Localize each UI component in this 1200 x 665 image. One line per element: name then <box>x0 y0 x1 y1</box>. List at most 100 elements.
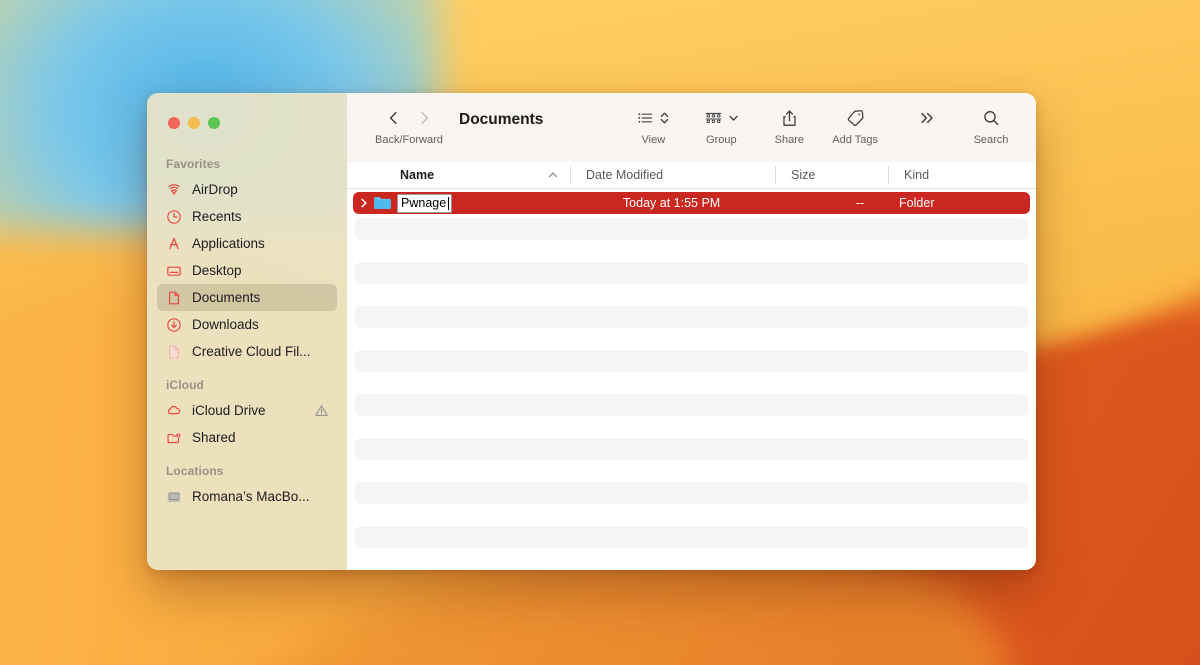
search-button[interactable]: Search <box>970 93 1012 146</box>
tag-icon <box>846 109 865 127</box>
column-header-label: Name <box>400 168 435 182</box>
downloads-icon <box>165 316 183 334</box>
share-icon <box>781 109 798 128</box>
search-icon <box>982 109 1000 127</box>
text-cursor <box>448 196 450 210</box>
finder-toolbar: Back/Forward Documents View Group Share … <box>347 93 1036 162</box>
applications-icon <box>165 235 183 253</box>
file-kind-cell: Folder <box>899 196 935 210</box>
table-row[interactable]: Pwnage Today at 1:55 PM -- Folder <box>353 192 1030 214</box>
view-button[interactable]: View <box>632 93 674 146</box>
file-name-text: Pwnage <box>401 196 447 210</box>
table-row-empty <box>355 394 1028 416</box>
sidebar-item-shared[interactable]: Shared <box>157 424 337 451</box>
table-row-empty <box>355 372 1028 394</box>
sidebar-item-label: Romana’s MacBo... <box>192 489 310 504</box>
table-row-empty <box>355 240 1028 262</box>
table-row-empty <box>355 284 1028 306</box>
window-controls <box>168 117 220 129</box>
sidebar-item-desktop[interactable]: Desktop <box>157 257 337 284</box>
table-row-empty <box>355 262 1028 284</box>
column-header-label: Kind <box>904 168 930 182</box>
file-size-cell: -- <box>855 196 865 210</box>
maximize-window-button[interactable] <box>208 117 220 129</box>
sidebar-section-icloud-header: iCloud <box>166 378 204 392</box>
creative-cloud-file-icon <box>165 343 183 361</box>
table-row-empty <box>355 218 1028 240</box>
sidebar-item-airdrop[interactable]: AirDrop <box>157 176 337 203</box>
column-header-size[interactable]: Size <box>775 166 888 184</box>
sidebar-item-documents[interactable]: Documents <box>157 284 337 311</box>
finder-sidebar: Favorites AirDrop Recents Applications D… <box>147 93 347 570</box>
sidebar-item-label: Documents <box>192 290 261 305</box>
table-row-empty <box>355 306 1028 328</box>
sidebar-item-label: Creative Cloud Fil... <box>192 344 311 359</box>
sidebar-section-locations-header: Locations <box>166 464 224 478</box>
close-window-button[interactable] <box>168 117 180 129</box>
column-header-name[interactable]: Name <box>347 166 570 184</box>
minimize-window-button[interactable] <box>188 117 200 129</box>
share-button[interactable]: Share <box>768 93 810 146</box>
group-button-label: Group <box>706 134 737 146</box>
sidebar-scroll-area: Favorites AirDrop Recents Applications D… <box>147 93 347 510</box>
column-header-label: Date Modified <box>586 168 664 182</box>
sort-ascending-icon <box>547 169 559 181</box>
back-button[interactable] <box>379 106 409 130</box>
overflow-chevrons-icon <box>918 110 937 126</box>
column-headers: Name Date Modified Size Kind <box>347 162 1036 189</box>
back-forward-caption: Back/Forward <box>375 134 443 146</box>
column-header-date-modified[interactable]: Date Modified <box>570 166 775 184</box>
document-icon <box>165 289 183 307</box>
warning-triangle-icon[interactable] <box>313 403 329 419</box>
view-list-icon <box>637 110 654 126</box>
sidebar-item-icloud-drive[interactable]: iCloud Drive <box>157 397 337 424</box>
table-row-empty <box>355 416 1028 438</box>
airdrop-icon <box>165 181 183 199</box>
sidebar-item-creative-cloud-files[interactable]: Creative Cloud Fil... <box>157 338 337 365</box>
cloud-icon <box>165 402 183 420</box>
desktop-wallpaper: Favorites AirDrop Recents Applications D… <box>0 0 1200 665</box>
column-header-kind[interactable]: Kind <box>888 166 1036 184</box>
blue-folder-icon <box>373 195 392 211</box>
sidebar-item-label: AirDrop <box>192 182 238 197</box>
file-list[interactable]: Pwnage Today at 1:55 PM -- Folder <box>347 189 1036 570</box>
sidebar-section-favorites-header: Favorites <box>166 157 221 171</box>
add-tags-button[interactable]: Add Tags <box>832 93 878 146</box>
shared-folder-icon <box>165 429 183 447</box>
table-row-empty <box>355 526 1028 548</box>
finder-main-pane: Back/Forward Documents View Group Share … <box>347 93 1036 570</box>
column-header-label: Size <box>791 168 816 182</box>
sidebar-item-applications[interactable]: Applications <box>157 230 337 257</box>
sidebar-item-label: Downloads <box>192 317 259 332</box>
group-grid-icon <box>704 110 723 126</box>
forward-button[interactable] <box>409 106 439 130</box>
sidebar-item-label: Shared <box>192 430 236 445</box>
sidebar-item-macbook[interactable]: Romana’s MacBo... <box>157 483 337 510</box>
clock-icon <box>165 208 183 226</box>
table-row-empty <box>355 504 1028 526</box>
laptop-icon <box>165 488 183 506</box>
file-date-cell: Today at 1:55 PM <box>622 196 721 210</box>
toolbar-overflow-button[interactable] <box>906 93 948 134</box>
sidebar-item-downloads[interactable]: Downloads <box>157 311 337 338</box>
share-button-label: Share <box>774 134 804 146</box>
group-button[interactable]: Group <box>700 93 742 146</box>
window-title: Documents <box>459 111 544 128</box>
search-button-label: Search <box>973 134 1009 146</box>
table-row-empty <box>355 482 1028 504</box>
file-name-edit-input[interactable]: Pwnage <box>397 193 453 213</box>
table-row-empty <box>355 350 1028 372</box>
back-forward-group: Back/Forward <box>375 93 443 146</box>
file-name-cell[interactable]: Pwnage <box>353 193 571 213</box>
chevron-up-down-icon <box>659 110 670 126</box>
sidebar-item-recents[interactable]: Recents <box>157 203 337 230</box>
sidebar-item-label: Recents <box>192 209 242 224</box>
desktop-icon <box>165 262 183 280</box>
view-button-label: View <box>641 134 666 146</box>
add-tags-button-label: Add Tags <box>832 134 878 146</box>
table-row-empty <box>355 460 1028 482</box>
disclosure-triangle-icon[interactable] <box>356 195 372 211</box>
sidebar-item-label: Desktop <box>192 263 242 278</box>
table-row-empty <box>355 438 1028 460</box>
sidebar-item-label: Applications <box>192 236 265 251</box>
